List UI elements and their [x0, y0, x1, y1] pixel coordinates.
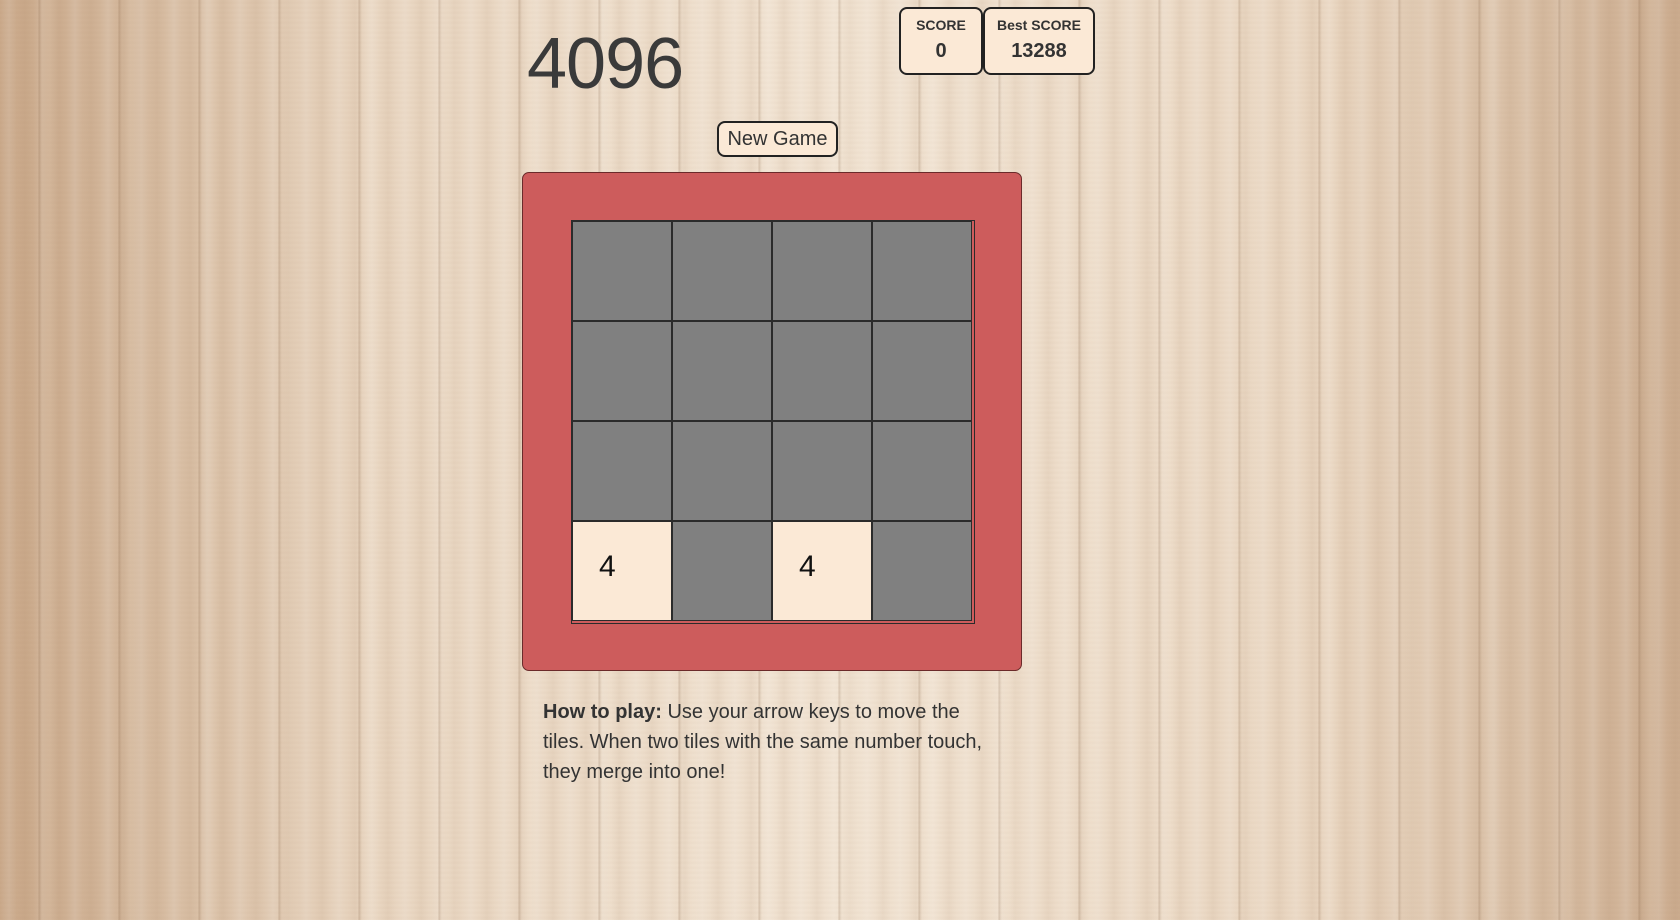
board-cell	[872, 321, 972, 421]
tile: 4	[572, 521, 672, 621]
score-value: 0	[935, 40, 947, 62]
game-title: 4096	[527, 24, 684, 104]
board-cell	[572, 221, 672, 321]
board-cell	[672, 321, 772, 421]
score-label: SCORE	[916, 17, 966, 33]
new-game-button[interactable]: New Game	[717, 121, 838, 157]
score-box: SCORE 0	[899, 7, 983, 75]
board-cell	[572, 421, 672, 521]
board-cell	[772, 421, 872, 521]
best-score-label: Best SCORE	[996, 17, 1082, 33]
board-cell	[772, 221, 872, 321]
board-cell	[872, 221, 972, 321]
board-cell	[872, 521, 972, 621]
tile: 4	[772, 521, 872, 621]
board-cell	[872, 421, 972, 521]
board-cell	[672, 221, 772, 321]
board-cell	[772, 321, 872, 421]
board-cell	[672, 421, 772, 521]
board-cell	[672, 521, 772, 621]
how-to-play: How to play: Use your arrow keys to move…	[543, 697, 993, 787]
best-score-value: 13288	[1011, 40, 1067, 62]
board-grid: 4 4	[571, 220, 975, 624]
board-cell	[572, 321, 672, 421]
tile-value: 4	[799, 550, 816, 583]
best-score-box: Best SCORE 13288	[983, 7, 1095, 75]
tile-value: 4	[599, 550, 616, 583]
game-board: 4 4	[522, 172, 1022, 671]
how-to-play-label: How to play:	[543, 701, 662, 723]
